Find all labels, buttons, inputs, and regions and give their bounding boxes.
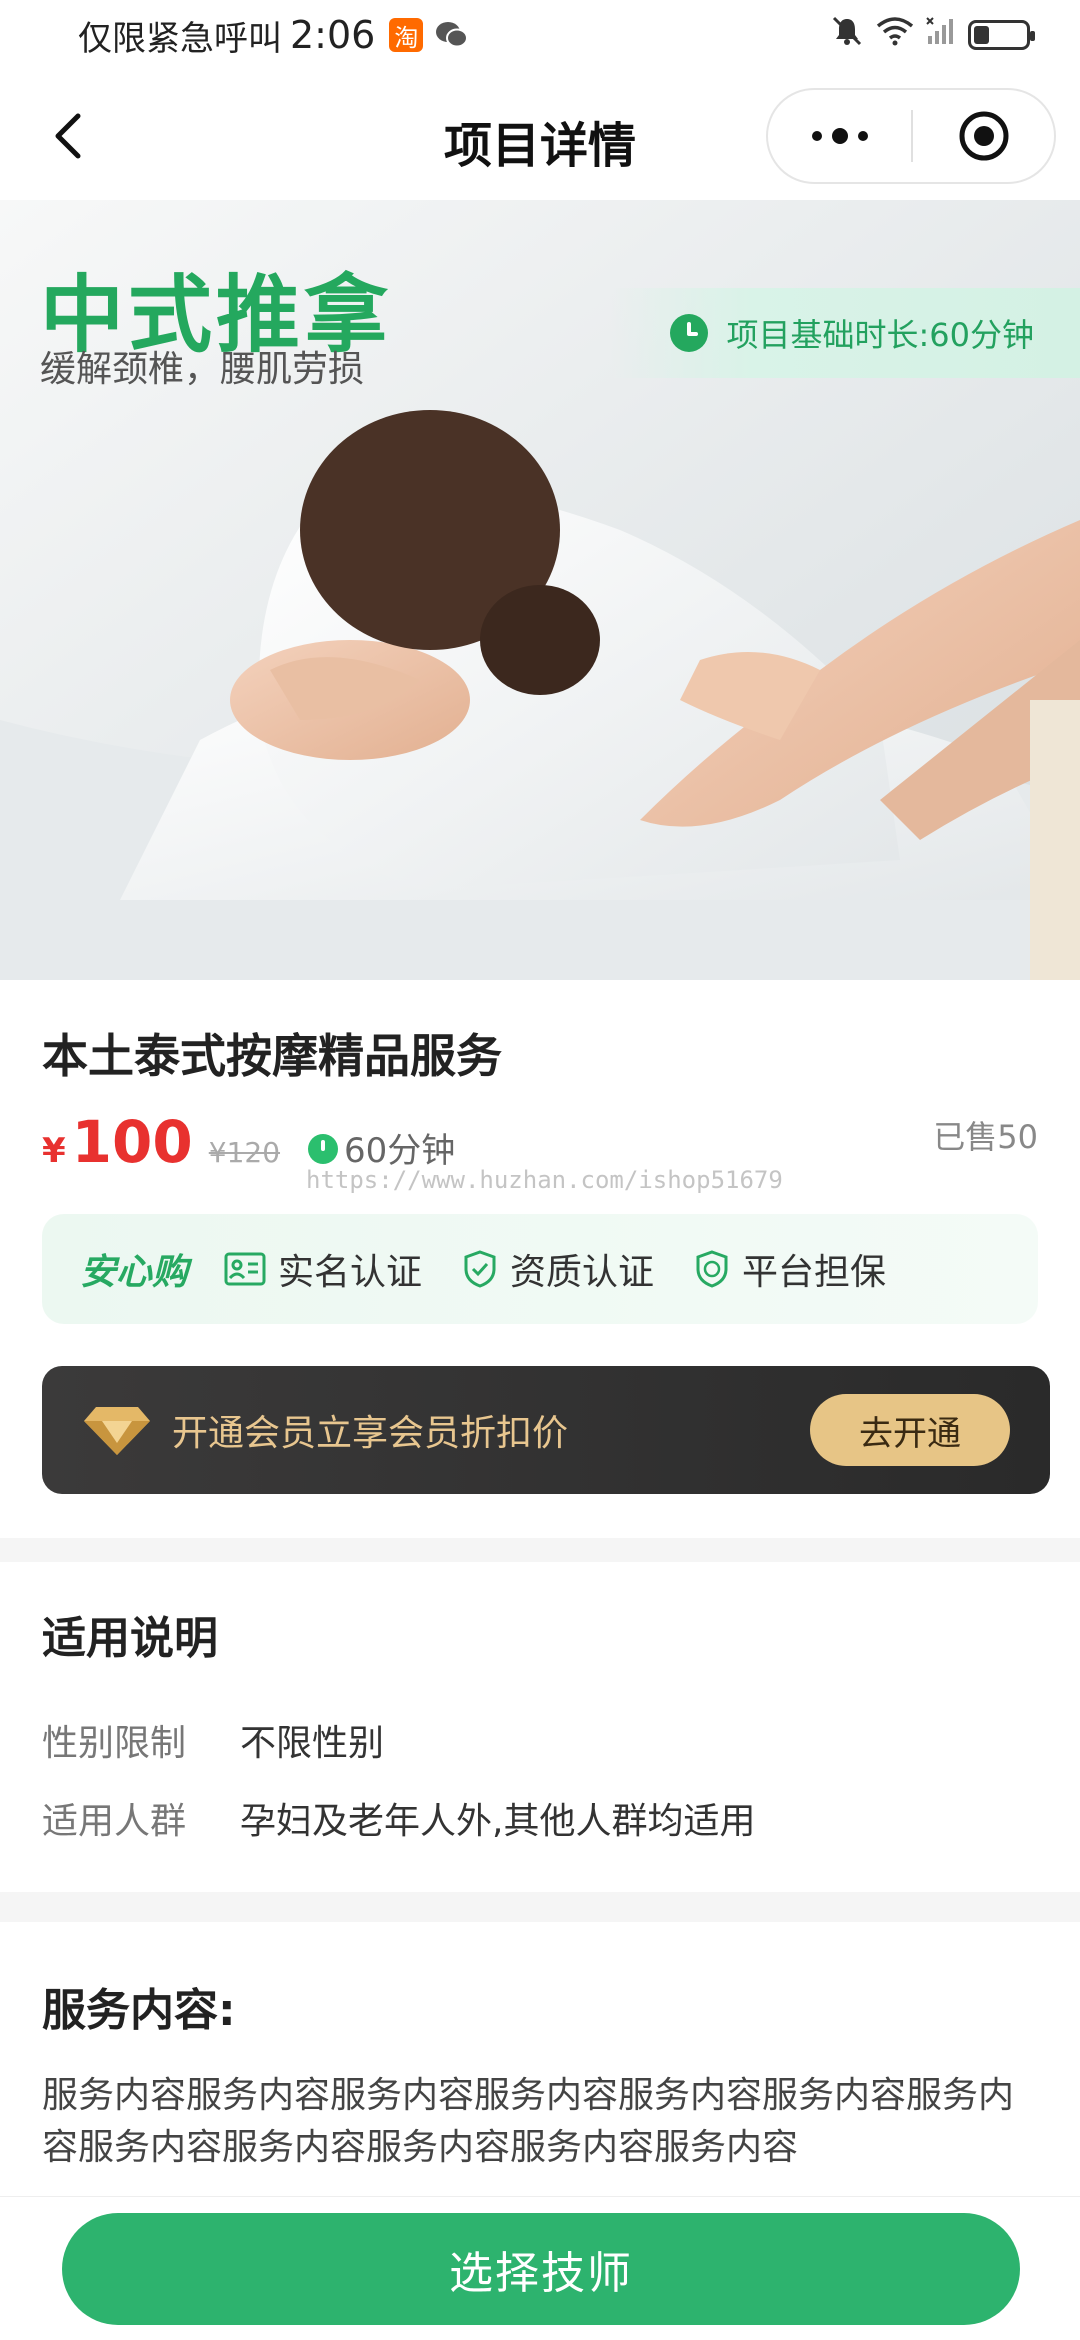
- product-info: 本土泰式按摩精品服务 ¥ 100 ¥120 60分钟 已售50 https://…: [0, 980, 1080, 1538]
- bottom-action-bar: 选择技师: [0, 2196, 1080, 2340]
- product-banner: 中式推拿 缓解颈椎，腰肌劳损 项目基础时长:60分钟: [0, 200, 1080, 980]
- trust-item-real-name: 实名认证: [224, 1243, 422, 1295]
- target-icon: [959, 111, 1008, 161]
- signal-icon: [926, 15, 956, 55]
- mute-icon: [830, 14, 864, 57]
- banner-duration-tag: 项目基础时长:60分钟: [610, 288, 1080, 378]
- usage-heading: 适用说明: [42, 1613, 218, 1664]
- more-dot-icon: [831, 128, 848, 144]
- watermark-text: https://www.huzhan.com/ishop51679: [306, 1166, 783, 1194]
- info-row-audience: 适用人群 孕妇及老年人外,其他人群均适用: [42, 1792, 755, 1844]
- taobao-icon: 淘: [389, 18, 424, 52]
- service-heading: 服务内容:: [42, 1985, 236, 2036]
- wechat-icon: [435, 18, 469, 52]
- guarantee-shield-icon: [696, 1250, 728, 1288]
- trust-item-guarantee: 平台担保: [694, 1243, 886, 1295]
- info-label: 适用人群: [42, 1801, 187, 1842]
- trust-item-label: 平台担保: [742, 1252, 887, 1293]
- carrier-text: 仅限紧急呼叫: [78, 18, 282, 59]
- more-dot-icon: [811, 131, 822, 141]
- original-price: ¥120: [208, 1136, 281, 1169]
- select-technician-button[interactable]: 选择技师: [62, 2213, 1020, 2325]
- clock-icon: [308, 1134, 339, 1164]
- product-title: 本土泰式按摩精品服务: [42, 1029, 502, 1083]
- mini-program-capsule: [766, 88, 1056, 184]
- service-duration: 60分钟: [308, 1123, 455, 1172]
- usage-section: 适用说明 性别限制 不限性别 适用人群 孕妇及老年人外,其他人群均适用: [0, 1562, 1080, 1892]
- shield-check-icon: [464, 1250, 496, 1288]
- info-value: 孕妇及老年人外,其他人群均适用: [240, 1801, 756, 1842]
- more-dot-icon: [857, 131, 868, 141]
- info-value: 不限性别: [240, 1723, 385, 1764]
- close-mini-program-button[interactable]: [913, 90, 1054, 182]
- service-description: 服务内容服务内容服务内容服务内容服务内容服务内容服务内容服务内容服务内容服务内容…: [42, 2075, 1015, 2168]
- trust-item-qualification: 资质认证: [462, 1243, 654, 1295]
- id-card-icon: [224, 1252, 266, 1286]
- trust-item-label: 资质认证: [510, 1252, 655, 1293]
- wifi-icon: [876, 15, 914, 55]
- battery-fill: [974, 26, 989, 44]
- info-label: 性别限制: [42, 1723, 187, 1764]
- more-button[interactable]: [768, 90, 911, 182]
- banner-subtitle: 缓解颈椎，腰肌劳损: [40, 349, 365, 390]
- status-bar: 仅限紧急呼叫 2:06 淘: [0, 0, 1080, 70]
- trust-bar: 安心购 实名认证 资质认证 平台担保: [42, 1214, 1038, 1324]
- sold-count: 已售50: [933, 1118, 1038, 1156]
- banner-duration-text: 项目基础时长:60分钟: [726, 316, 1034, 354]
- vip-banner[interactable]: 开通会员立享会员折扣价 去开通: [42, 1366, 1050, 1494]
- price: 100: [71, 1108, 193, 1176]
- vip-open-button[interactable]: 去开通: [810, 1394, 1010, 1466]
- status-left: 仅限紧急呼叫 2:06 淘: [78, 11, 469, 60]
- battery-icon: [968, 20, 1035, 50]
- page: 仅限紧急呼叫 2:06 淘 项目详情 中式推拿 缓解颈椎，腰肌劳损 项目基础时长…: [0, 0, 1080, 2340]
- status-right: [830, 14, 1035, 57]
- vip-text: 开通会员立享会员折扣价: [172, 1413, 569, 1454]
- currency-symbol: ¥: [42, 1131, 66, 1171]
- diamond-icon: [84, 1407, 150, 1455]
- status-time: 2:06: [290, 13, 376, 57]
- info-row-gender: 性别限制 不限性别: [42, 1714, 384, 1766]
- service-section: 服务内容: 服务内容服务内容服务内容服务内容服务内容服务内容服务内容服务内容服务…: [0, 1922, 1080, 2202]
- clock-icon: [670, 314, 709, 352]
- nav-bar: 项目详情: [0, 70, 1080, 200]
- trust-item-label: 实名认证: [278, 1252, 423, 1293]
- service-duration-text: 60分钟: [344, 1130, 456, 1171]
- trust-brand: 安心购: [80, 1252, 189, 1293]
